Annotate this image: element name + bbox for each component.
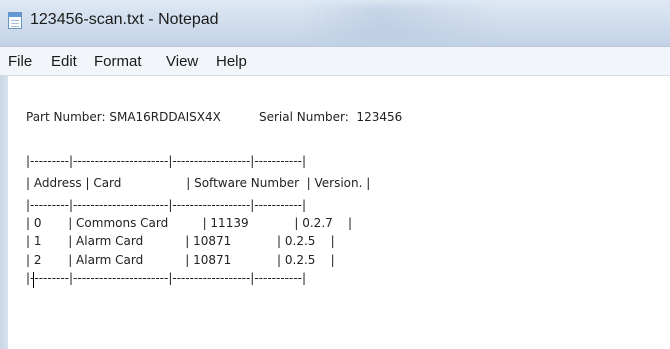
text-line-part-number: Part Number: SMA16RDDAISX4X Serial Numbe… <box>26 110 403 124</box>
menu-view[interactable]: View <box>166 53 198 70</box>
title-bar[interactable]: 123456-scan.txt - Notepad <box>0 0 670 46</box>
background-window-blur <box>300 4 500 42</box>
window-title: 123456-scan.txt - Notepad <box>30 11 219 28</box>
notepad-icon <box>8 12 22 29</box>
menu-help[interactable]: Help <box>216 53 247 70</box>
table-header-divider: |---------|----------------------|------… <box>26 198 307 212</box>
text-caret <box>33 272 34 288</box>
window-left-border <box>0 76 8 349</box>
table-row: | 1 | Alarm Card | 10871 | 0.2.5 | <box>26 234 335 248</box>
table-header-row: | Address | Card | Software Number | Ver… <box>26 176 371 190</box>
menu-bar: File Edit Format View Help <box>0 46 670 76</box>
table-border-bottom: |---------|----------------------|------… <box>26 271 307 285</box>
table-row: | 0 | Commons Card | 11139 | 0.2.7 | <box>26 216 353 230</box>
table-border-top: |---------|----------------------|------… <box>26 154 307 168</box>
menu-edit[interactable]: Edit <box>51 53 77 70</box>
menu-file[interactable]: File <box>8 53 32 70</box>
notepad-window: 123456-scan.txt - Notepad File Edit Form… <box>0 0 670 349</box>
menu-format[interactable]: Format <box>94 53 142 70</box>
table-row: | 2 | Alarm Card | 10871 | 0.2.5 | <box>26 253 335 267</box>
